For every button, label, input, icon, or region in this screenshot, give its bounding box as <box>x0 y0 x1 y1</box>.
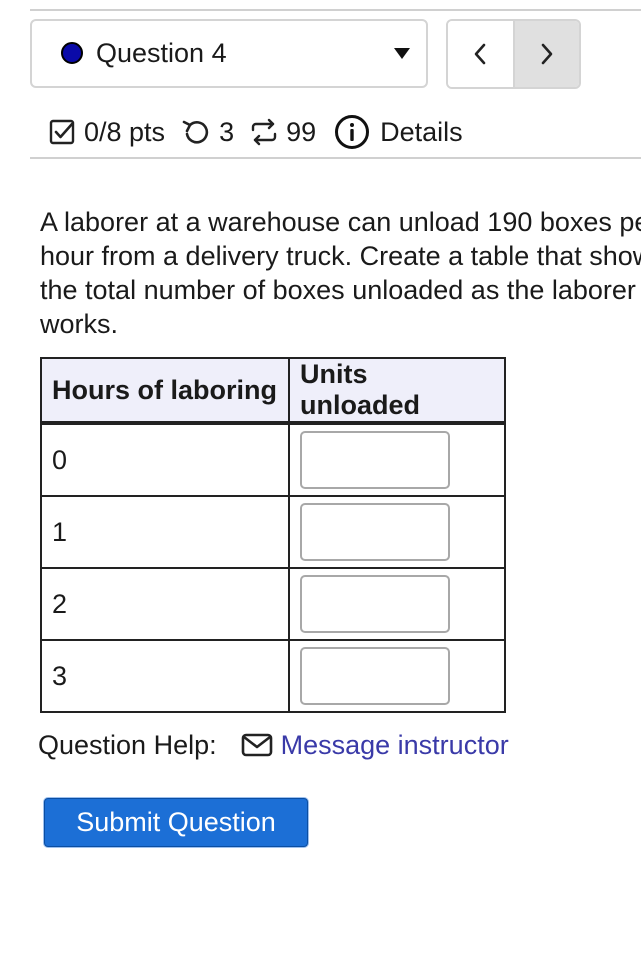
table-row: 3 <box>40 639 506 713</box>
units-input-row-3[interactable] <box>300 575 450 633</box>
units-input-row-4[interactable] <box>300 647 450 705</box>
units-cell <box>288 495 506 569</box>
next-question-button[interactable] <box>514 21 579 87</box>
chevron-left-icon <box>474 43 486 65</box>
repeat-icon <box>251 118 277 146</box>
details-button[interactable]: Details <box>334 114 463 150</box>
units-input-row-2[interactable] <box>300 503 450 561</box>
attempts-count: 99 <box>286 116 317 147</box>
undo-icon <box>182 120 209 144</box>
question-nav <box>446 19 581 89</box>
units-cell <box>288 639 506 713</box>
submit-question-button[interactable]: Submit Question <box>44 798 308 847</box>
table-header-row: Hours of laboring Units unloaded <box>40 357 506 425</box>
hours-cell: 0 <box>40 422 290 497</box>
question-status-bar: 0/8 pts 3 99 Details <box>48 110 463 154</box>
top-divider <box>30 9 641 11</box>
attempts-indicator: 99 <box>248 117 316 148</box>
question-help: Question Help: Message instructor <box>38 727 509 763</box>
answer-table: Hours of laboring Units unloaded 0 1 2 3 <box>40 357 506 713</box>
points-label: 0/8 pts <box>84 116 166 147</box>
envelope-icon <box>241 733 272 757</box>
status-dot-icon <box>61 42 83 64</box>
column-header-hours: Hours of laboring <box>40 357 290 425</box>
caret-down-icon <box>394 48 410 59</box>
hours-cell: 2 <box>40 567 290 641</box>
column-header-units: Units unloaded <box>288 357 506 425</box>
hours-cell: 1 <box>40 495 290 569</box>
checkbox-icon <box>49 119 75 145</box>
retries-indicator: 3 <box>181 117 234 148</box>
points-indicator: 0/8 pts <box>48 117 165 148</box>
table-row: 2 <box>40 567 506 641</box>
units-input-row-1[interactable] <box>300 431 450 489</box>
message-instructor-label: Message instructor <box>280 729 509 760</box>
question-prompt: A laborer at a warehouse can unload 190 … <box>40 207 641 339</box>
question-selector[interactable]: Question 4 <box>30 19 428 88</box>
table-row: 1 <box>40 495 506 569</box>
message-instructor-link[interactable]: Message instructor <box>241 730 509 761</box>
previous-question-button[interactable] <box>448 21 515 87</box>
info-icon <box>335 115 370 149</box>
details-label: Details <box>380 116 463 147</box>
chevron-right-icon <box>541 43 553 65</box>
section-divider <box>30 157 641 159</box>
units-cell <box>288 422 506 497</box>
question-selector-label: Question 4 <box>96 38 227 68</box>
units-cell <box>288 567 506 641</box>
hours-cell: 3 <box>40 639 290 713</box>
question-help-label: Question Help: <box>38 729 217 760</box>
table-row: 0 <box>40 422 506 497</box>
retries-count: 3 <box>219 116 235 147</box>
